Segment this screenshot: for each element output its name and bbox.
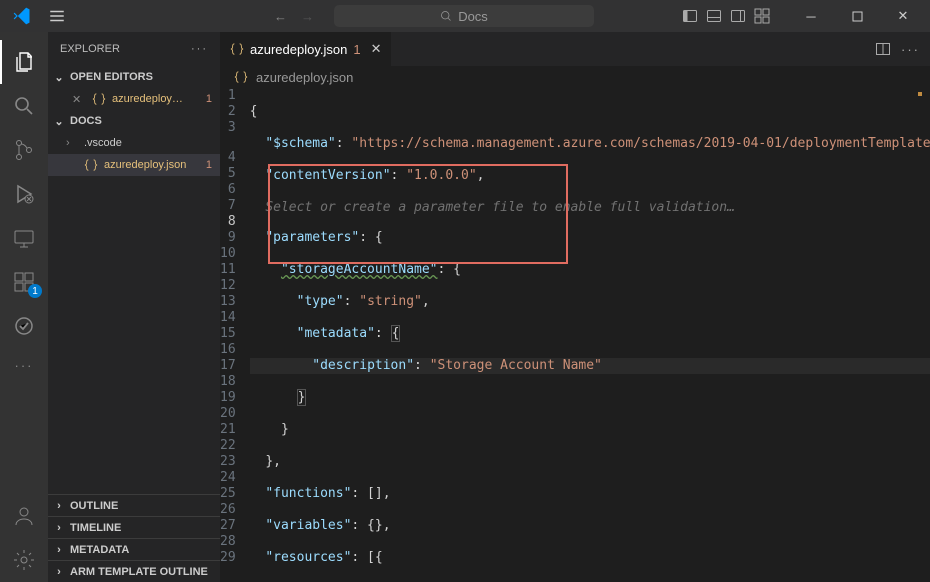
command-center-search[interactable]: Docs — [334, 5, 594, 27]
remote-explorer-icon — [12, 226, 36, 250]
minimap-warning-marker — [918, 92, 922, 96]
folder-label: .vscode — [84, 137, 122, 149]
activity-extensions[interactable]: 1 — [0, 260, 48, 304]
search-icon — [12, 94, 36, 118]
tab-close-icon[interactable]: ✕ — [371, 41, 382, 57]
arm-template-outline-section[interactable]: › ARM TEMPLATE OUTLINE — [48, 560, 220, 582]
timeline-section[interactable]: › TIMELINE — [48, 516, 220, 538]
chevron-right-icon: › — [52, 544, 66, 556]
hamburger-menu-icon[interactable] — [48, 7, 66, 25]
code-content[interactable]: { "$schema": "https://schema.management.… — [250, 88, 930, 582]
source-control-icon — [12, 138, 36, 162]
activity-bar: 1 ··· — [0, 32, 48, 582]
toggle-secondary-sidebar-icon[interactable] — [730, 8, 746, 24]
ellipsis-icon: ··· — [15, 358, 34, 373]
chevron-right-icon: › — [52, 522, 66, 534]
layout-controls — [682, 8, 770, 24]
files-icon — [13, 50, 37, 74]
docs-label: DOCS — [70, 115, 102, 127]
json-file-icon — [234, 70, 248, 84]
modified-indicator: 1 — [206, 93, 212, 105]
window-close-button[interactable]: ✕ — [880, 0, 926, 32]
activity-explorer[interactable] — [0, 40, 48, 84]
docs-folder-section[interactable]: ⌄ DOCS — [48, 110, 220, 132]
metadata-label: METADATA — [70, 544, 129, 556]
editor-area: azuredeploy.json 1 ✕ ··· azuredeploy.jso… — [220, 32, 930, 582]
open-editors-section[interactable]: ⌄ OPEN EDITORS — [48, 66, 220, 88]
json-file-icon — [92, 92, 106, 106]
activity-testing[interactable] — [0, 304, 48, 348]
explorer-header: EXPLORER ··· — [48, 32, 220, 66]
toggle-primary-sidebar-icon[interactable] — [682, 8, 698, 24]
toggle-panel-icon[interactable] — [706, 8, 722, 24]
editor-tab-azuredeploy[interactable]: azuredeploy.json 1 ✕ — [220, 32, 392, 66]
close-icon[interactable]: ✕ — [72, 93, 86, 106]
vscode-logo-icon — [12, 6, 32, 26]
breadcrumb[interactable]: azuredeploy.json — [220, 66, 930, 88]
account-icon — [12, 504, 36, 528]
activity-accounts[interactable] — [0, 494, 48, 538]
debug-icon — [12, 182, 36, 206]
outline-label: OUTLINE — [70, 500, 118, 512]
window-maximize-button[interactable] — [834, 0, 880, 32]
nav-forward-icon[interactable]: → — [301, 9, 314, 24]
breadcrumb-file: azuredeploy.json — [256, 70, 353, 85]
customize-layout-icon[interactable] — [754, 8, 770, 24]
chevron-down-icon: ⌄ — [52, 71, 66, 84]
activity-run-debug[interactable] — [0, 172, 48, 216]
extensions-badge: 1 — [28, 284, 42, 298]
modified-indicator: 1 — [206, 159, 212, 171]
split-editor-icon[interactable] — [875, 41, 891, 57]
chevron-down-icon: ⌄ — [52, 115, 66, 128]
arm-outline-label: ARM TEMPLATE OUTLINE — [70, 566, 208, 578]
window-minimize-button[interactable]: ─ — [788, 0, 834, 32]
activity-source-control[interactable] — [0, 128, 48, 172]
explorer-sidebar: EXPLORER ··· ⌄ OPEN EDITORS ✕ azuredeplo… — [48, 32, 220, 582]
editor-tabs: azuredeploy.json 1 ✕ ··· — [220, 32, 930, 66]
chevron-right-icon: › — [52, 500, 66, 512]
chevron-right-icon: › — [66, 137, 78, 149]
search-text: Docs — [458, 9, 488, 24]
metadata-section[interactable]: › METADATA — [48, 538, 220, 560]
nav-back-icon[interactable]: ← — [274, 9, 287, 24]
beaker-icon — [12, 314, 36, 338]
tab-modified-indicator: 1 — [353, 42, 360, 57]
code-editor[interactable]: 1 2 3 4 5 6 7 8 9 10 11 12 13 14 15 16 1… — [220, 88, 930, 582]
timeline-label: TIMELINE — [70, 522, 121, 534]
file-label: azuredeploy.json — [104, 159, 186, 171]
activity-more[interactable]: ··· — [0, 348, 48, 382]
outline-section[interactable]: › OUTLINE — [48, 494, 220, 516]
activity-remote[interactable] — [0, 216, 48, 260]
ellipsis-icon[interactable]: ··· — [191, 43, 208, 55]
activity-settings[interactable] — [0, 538, 48, 582]
open-editors-label: OPEN EDITORS — [70, 71, 153, 83]
tab-filename: azuredeploy.json — [250, 42, 347, 57]
ellipsis-icon[interactable]: ··· — [901, 42, 920, 57]
json-file-icon — [84, 158, 98, 172]
gear-icon — [12, 548, 36, 572]
title-bar: ← → Docs ─ ✕ — [0, 0, 930, 32]
open-editor-item[interactable]: ✕ azuredeploy… 1 — [48, 88, 220, 110]
activity-search[interactable] — [0, 84, 48, 128]
explorer-title: EXPLORER — [60, 43, 120, 55]
search-icon — [440, 10, 452, 22]
json-file-icon — [230, 42, 244, 56]
line-number-gutter: 1 2 3 4 5 6 7 8 9 10 11 12 13 14 15 16 1… — [220, 88, 250, 582]
folder-vscode[interactable]: › .vscode — [48, 132, 220, 154]
chevron-right-icon: › — [52, 566, 66, 578]
open-editor-filename: azuredeploy… — [112, 93, 183, 105]
file-azuredeploy[interactable]: azuredeploy.json 1 — [48, 154, 220, 176]
